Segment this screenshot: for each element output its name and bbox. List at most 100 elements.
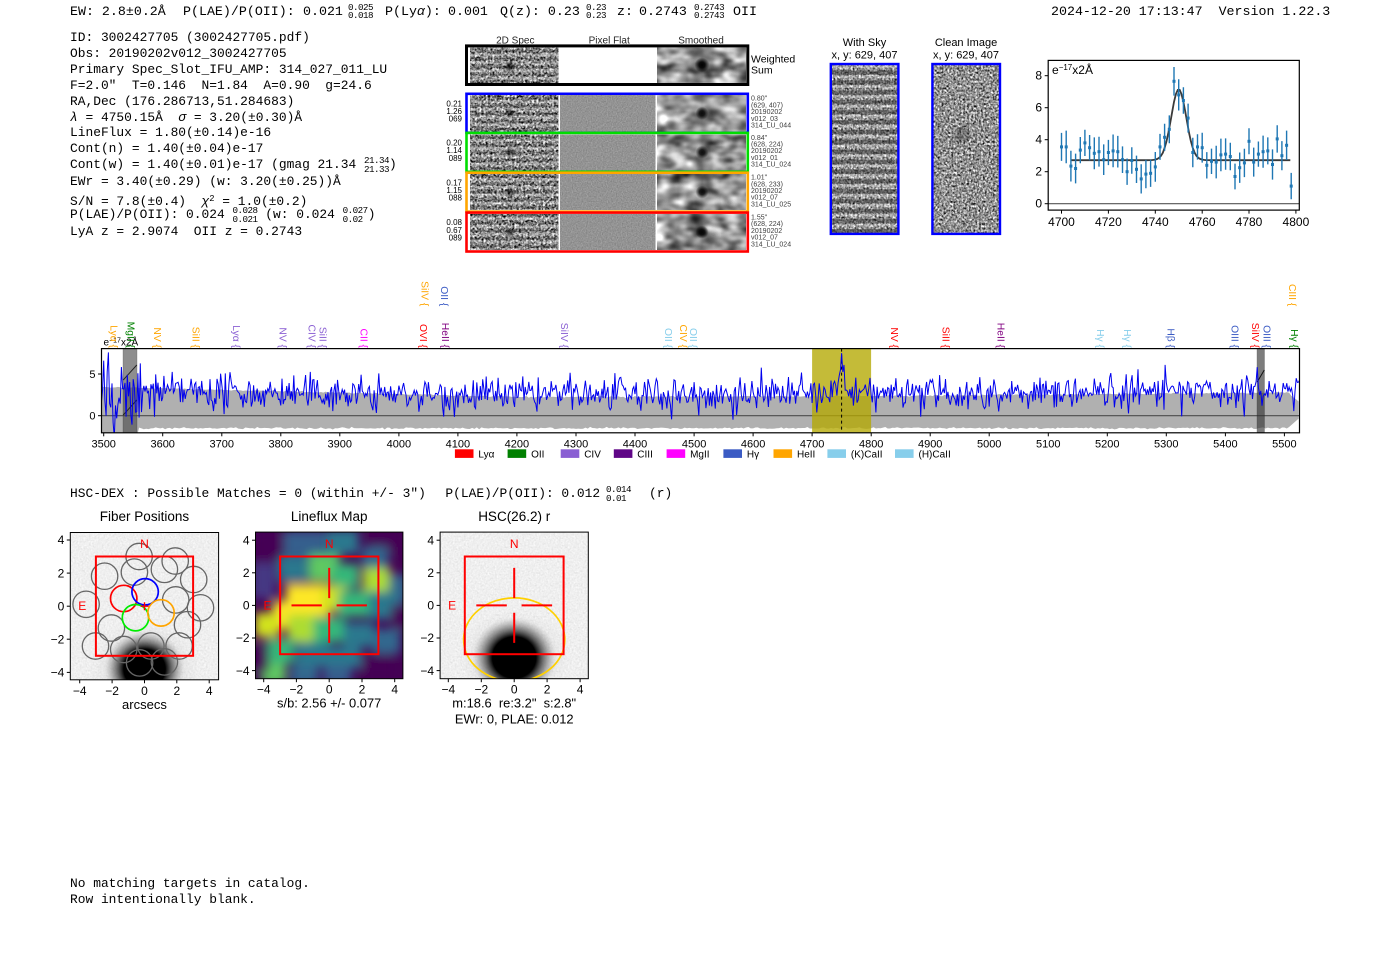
svg-text:2: 2 [1035, 165, 1042, 179]
svg-text:5400: 5400 [1213, 438, 1237, 450]
svg-text:4000: 4000 [387, 438, 411, 450]
svg-text:Fiber Positions: Fiber Positions [100, 509, 190, 524]
svg-text:3900: 3900 [328, 438, 352, 450]
svg-text:SiII {: SiII { [317, 327, 328, 349]
svg-text:CII {: CII { [358, 329, 369, 349]
svg-text:5000: 5000 [977, 438, 1001, 450]
svg-text:6: 6 [1035, 101, 1042, 115]
svg-text:OIII {: OIII { [1261, 325, 1272, 348]
svg-text:3700: 3700 [210, 438, 234, 450]
svg-text:CIV {: CIV { [677, 325, 688, 349]
svg-text:−4: −4 [236, 664, 250, 678]
svg-text:E: E [448, 598, 456, 612]
svg-text:E: E [264, 598, 272, 612]
svg-text:Lyα {: Lyα { [230, 325, 241, 348]
svg-text:OII {: OII { [662, 328, 673, 349]
svg-text:Lineflux Map: Lineflux Map [291, 509, 368, 524]
svg-text:0: 0 [1035, 197, 1042, 211]
svg-text:arcsecs: arcsecs [122, 697, 167, 712]
svg-text:CIII: CIII [637, 449, 653, 460]
svg-text:SiII {: SiII { [940, 327, 951, 349]
svg-text:x, y: 629, 407: x, y: 629, 407 [933, 50, 999, 62]
svg-text:CIV: CIV [584, 449, 601, 460]
svg-text:Hγ {: Hγ { [1288, 329, 1299, 348]
svg-text:4: 4 [58, 533, 65, 547]
svg-text:HeII {: HeII { [995, 323, 1006, 349]
svg-text:SiIV {: SiIV { [1249, 323, 1260, 349]
svg-text:Hγ {: Hγ { [1094, 329, 1105, 348]
svg-text:4740: 4740 [1142, 215, 1169, 229]
svg-text:Hβ {: Hβ { [1165, 328, 1176, 348]
svg-text:3600: 3600 [150, 438, 174, 450]
svg-text:5: 5 [89, 369, 95, 381]
svg-text:x, y: 629, 407: x, y: 629, 407 [831, 50, 897, 62]
svg-text:CIV {: CIV { [306, 325, 317, 349]
svg-text:4200: 4200 [505, 438, 529, 450]
svg-text:EWr: 0, PLAE: 0.012: EWr: 0, PLAE: 0.012 [455, 712, 574, 727]
svg-text:OII {: OII { [438, 286, 449, 307]
svg-text:−4: −4 [257, 683, 271, 697]
svg-text:−4: −4 [51, 666, 65, 680]
svg-text:−4: −4 [73, 684, 87, 698]
svg-text:069: 069 [449, 115, 463, 124]
svg-text:OIII {: OIII { [1229, 325, 1240, 348]
svg-text:2: 2 [359, 683, 366, 697]
svg-text:0: 0 [58, 599, 65, 613]
svg-text:−2: −2 [105, 684, 119, 698]
svg-text:−2: −2 [290, 683, 304, 697]
svg-text:2: 2 [173, 684, 180, 698]
svg-text:4760: 4760 [1189, 215, 1216, 229]
svg-text:(H)CaII: (H)CaII [919, 449, 951, 460]
svg-text:5200: 5200 [1095, 438, 1119, 450]
svg-text:088: 088 [449, 194, 463, 203]
svg-text:N: N [140, 537, 149, 551]
svg-text:N: N [325, 537, 334, 551]
svg-text:4100: 4100 [446, 438, 470, 450]
svg-text:Hγ: Hγ [747, 449, 759, 460]
svg-text:4: 4 [577, 683, 584, 697]
svg-text:0: 0 [243, 599, 250, 613]
svg-text:4: 4 [1035, 133, 1042, 147]
svg-text:5100: 5100 [1036, 438, 1060, 450]
svg-text:3800: 3800 [269, 438, 293, 450]
svg-text:4700: 4700 [1048, 215, 1075, 229]
svg-text:0: 0 [141, 684, 148, 698]
svg-text:Hγ {: Hγ { [1121, 329, 1132, 348]
svg-text:m:18.6 re:3.2" s:2.8": m:18.6 re:3.2" s:2.8" [452, 696, 576, 711]
svg-text:4780: 4780 [1236, 215, 1263, 229]
svg-text:4720: 4720 [1095, 215, 1122, 229]
svg-text:NV {: NV { [888, 327, 899, 348]
svg-text:MgII: MgII [690, 449, 709, 460]
svg-text:0: 0 [89, 411, 95, 423]
svg-text:−4: −4 [441, 683, 455, 697]
svg-text:Lyα: Lyα [478, 449, 494, 460]
svg-text:Clean Image: Clean Image [935, 37, 997, 49]
svg-text:4: 4 [243, 533, 250, 547]
svg-text:2: 2 [58, 566, 65, 580]
svg-text:089: 089 [449, 154, 463, 163]
svg-text:NV {: NV { [277, 327, 288, 348]
svg-text:089: 089 [449, 234, 463, 243]
svg-text:MgII {: MgII { [125, 322, 136, 349]
svg-text:−4: −4 [420, 664, 434, 678]
svg-text:HSC(26.2) r: HSC(26.2) r [478, 509, 551, 524]
svg-text:HeII: HeII [797, 449, 815, 460]
svg-text:0: 0 [511, 683, 518, 697]
svg-text:HeII {: HeII { [439, 323, 450, 349]
svg-text:4800: 4800 [1283, 215, 1310, 229]
svg-text:N: N [510, 537, 519, 551]
svg-text:SiII {: SiII { [189, 327, 200, 349]
svg-text:0: 0 [427, 599, 434, 613]
svg-text:2: 2 [243, 566, 250, 580]
svg-text:2: 2 [544, 683, 551, 697]
svg-text:314_LU_024: 314_LU_024 [751, 241, 791, 248]
svg-text:−2: −2 [236, 631, 250, 645]
svg-text:With Sky: With Sky [843, 37, 887, 49]
svg-text:314_LU_025: 314_LU_025 [751, 201, 791, 208]
svg-text:Lyα {: Lyα { [108, 325, 119, 348]
svg-text:−2: −2 [474, 683, 488, 697]
svg-text:CIII {: CIII { [1286, 284, 1297, 307]
svg-text:Sum: Sum [751, 65, 773, 77]
svg-text:NV {: NV { [151, 327, 162, 348]
svg-text:Weighted: Weighted [751, 53, 795, 65]
